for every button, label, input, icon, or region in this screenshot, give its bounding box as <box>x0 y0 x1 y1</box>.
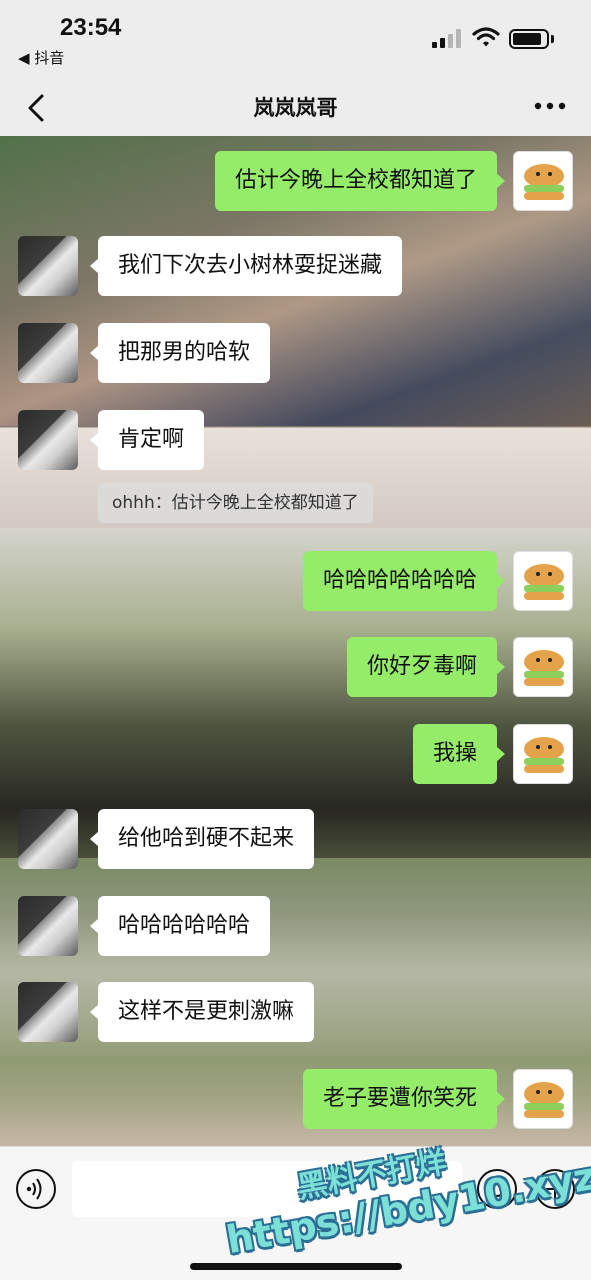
status-bar: 23:54 ◀ 抖音 <box>0 0 591 80</box>
burger-avatar-icon <box>524 650 564 686</box>
more-dots-icon[interactable] <box>532 94 568 118</box>
message-bubble-sent[interactable]: 估计今晚上全校都知道了 <box>214 151 506 211</box>
contact-avatar[interactable] <box>18 410 78 470</box>
voice-icon[interactable] <box>16 1169 56 1209</box>
message-bubble-received[interactable]: 我们下次去小树林耍捉迷藏 <box>89 236 403 296</box>
my-avatar[interactable] <box>513 151 573 211</box>
voice-wave-icon <box>26 1178 42 1200</box>
burger-avatar-icon <box>524 1082 564 1118</box>
message-bubble-sent[interactable]: 哈哈哈哈哈哈哈 <box>302 551 506 611</box>
burger-avatar-icon <box>524 737 564 773</box>
message-bubble-received[interactable]: 这样不是更刺激嘛 <box>89 982 315 1042</box>
battery-icon <box>509 29 549 49</box>
chat-message-list[interactable]: 估计今晚上全校都知道了 我们下次去小树林耍捉迷藏 把那男的哈软 肯定啊 ohhh… <box>0 136 591 1146</box>
status-time: 23:54 <box>60 14 122 41</box>
message-bubble-received[interactable]: 哈哈哈哈哈哈 <box>89 896 271 956</box>
back-to-app-link[interactable]: ◀ 抖音 <box>18 47 64 68</box>
message-bubble-received[interactable]: 把那男的哈软 <box>89 323 271 383</box>
signal-icon <box>432 28 464 48</box>
contact-avatar[interactable] <box>18 809 78 869</box>
contact-avatar[interactable] <box>18 982 78 1042</box>
home-indicator <box>190 1263 402 1270</box>
message-bubble-sent[interactable]: 我操 <box>412 724 506 784</box>
battery-tip <box>551 35 554 43</box>
my-avatar[interactable] <box>513 551 573 611</box>
message-bubble-received[interactable]: 肯定啊 <box>89 410 205 470</box>
my-avatar[interactable] <box>513 1069 573 1129</box>
message-bubble-sent[interactable]: 老子要遭你笑死 <box>302 1069 506 1129</box>
burger-avatar-icon <box>524 564 564 600</box>
message-bubble-sent[interactable]: 你好歹毒啊 <box>346 637 506 697</box>
contact-avatar[interactable] <box>18 323 78 383</box>
quoted-message[interactable]: ohhh：估计今晚上全校都知道了 <box>98 483 373 523</box>
chat-title: 岚岚岚哥 <box>253 96 338 120</box>
contact-avatar[interactable] <box>18 896 78 956</box>
my-avatar[interactable] <box>513 637 573 697</box>
burger-avatar-icon <box>524 164 564 200</box>
my-avatar[interactable] <box>513 724 573 784</box>
contact-avatar[interactable] <box>18 236 78 296</box>
chat-header: 岚岚岚哥 <box>0 80 591 136</box>
wifi-icon <box>472 27 500 47</box>
message-bubble-received[interactable]: 给他哈到硬不起来 <box>89 809 315 869</box>
